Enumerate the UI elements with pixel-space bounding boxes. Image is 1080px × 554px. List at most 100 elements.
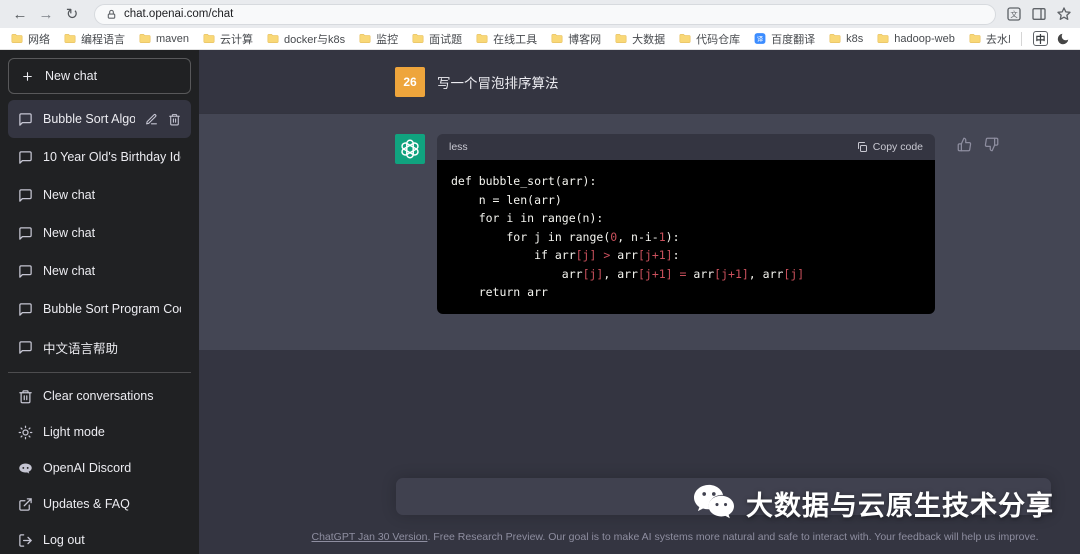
bookmark-item[interactable]: hadoop-web xyxy=(876,32,955,45)
bookmark-item[interactable]: 去水印项目 xyxy=(968,31,1010,47)
folder-icon xyxy=(828,32,842,45)
sidebar-menu-clear-conversations[interactable]: Clear conversations xyxy=(8,378,191,414)
chat-main: 26 写一个冒泡排序算法 less Copy code def bubble_s xyxy=(199,50,1080,554)
folder-icon xyxy=(358,32,372,45)
thumb-up-icon[interactable] xyxy=(957,137,972,152)
sidebar-menu-light-mode[interactable]: Light mode xyxy=(8,414,191,450)
translate-extension-icon[interactable]: 中 xyxy=(1033,31,1048,46)
chat-title: New chat xyxy=(43,188,96,202)
folder-icon xyxy=(138,32,152,45)
sidebar-menu-log-out[interactable]: Log out xyxy=(8,522,191,554)
folder-icon xyxy=(475,32,489,45)
bookmark-item[interactable]: 代码仓库 xyxy=(678,31,740,47)
code-body: def bubble_sort(arr): n = len(arr) for i… xyxy=(437,160,935,314)
sidebar-chat-item[interactable]: New chat xyxy=(8,214,191,252)
folder-icon xyxy=(266,32,280,45)
back-button[interactable]: ← xyxy=(8,2,32,26)
bookmark-item[interactable]: maven xyxy=(138,32,189,45)
sidebar-chat-item[interactable]: 10 Year Old's Birthday Ideas xyxy=(8,138,191,176)
footer: ChatGPT Jan 30 Version. Free Research Pr… xyxy=(299,531,1051,543)
folder-icon xyxy=(10,32,24,45)
bookmark-label: 面试题 xyxy=(429,33,463,46)
moon-icon[interactable] xyxy=(1056,32,1070,46)
version-link[interactable]: ChatGPT Jan 30 Version xyxy=(311,531,427,543)
bookmark-label: 网络 xyxy=(28,33,50,46)
svg-text:译: 译 xyxy=(757,35,764,43)
bookmark-label: k8s xyxy=(846,32,864,45)
sidebar-chat-item[interactable]: New chat xyxy=(8,252,191,290)
openai-logo-icon xyxy=(399,138,421,160)
thumb-down-icon[interactable] xyxy=(984,137,999,152)
folder-icon xyxy=(678,32,692,45)
chat-bubble-icon xyxy=(18,340,33,355)
sidebar-chat-item[interactable]: New chat xyxy=(8,176,191,214)
bookmark-item[interactable]: 监控 xyxy=(358,31,398,47)
sidebar-chat-item[interactable]: Bubble Sort Program Code xyxy=(8,290,191,328)
bookmark-item[interactable]: 面试题 xyxy=(411,31,462,47)
new-chat-label: New chat xyxy=(45,69,98,83)
user-message-text: 写一个冒泡排序算法 xyxy=(437,75,559,91)
chat-title: 10 Year Old's Birthday Ideas xyxy=(43,150,181,164)
sidebar-menu-openai-discord[interactable]: OpenAI Discord xyxy=(8,450,191,486)
translate-page-icon[interactable]: 文 xyxy=(1006,6,1022,22)
code-line: for i in range(n): xyxy=(451,211,604,225)
browser-toolbar: ← → ↻ chat.openai.com/chat 文 xyxy=(0,0,1080,28)
assistant-message-row: less Copy code def bubble_sort(arr): n =… xyxy=(199,113,1080,350)
feedback-buttons xyxy=(957,137,999,152)
screen: ← → ↻ chat.openai.com/chat 文 网络 编程语言 maven… xyxy=(0,0,1080,554)
bookmark-item[interactable]: 译百度翻译 xyxy=(753,31,815,47)
code-line: if arr[j] > arr[j+1]: xyxy=(451,248,680,262)
chat-title: New chat xyxy=(43,264,96,278)
lock-icon xyxy=(106,9,117,20)
bookmark-label: hadoop-web xyxy=(894,32,955,45)
code-line: return arr xyxy=(451,285,548,299)
sidebar-menu: Clear conversations Light mode OpenAI Disc… xyxy=(8,378,191,554)
forward-button[interactable]: → xyxy=(34,2,58,26)
edit-icon[interactable] xyxy=(145,113,158,126)
folder-icon xyxy=(63,32,77,45)
code-line: n = len(arr) xyxy=(451,192,562,207)
bookmark-item[interactable]: 云计算 xyxy=(202,31,253,47)
svg-text:文: 文 xyxy=(1010,10,1018,19)
bookmark-label: 百度翻译 xyxy=(771,33,816,46)
reload-button[interactable]: ↻ xyxy=(60,2,84,26)
logout-icon xyxy=(18,533,33,548)
menu-label: Light mode xyxy=(43,425,105,439)
bookmark-item[interactable]: 博客网 xyxy=(550,31,601,47)
bookmark-star-icon[interactable] xyxy=(1056,6,1072,22)
chat-bubble-icon xyxy=(18,150,33,165)
code-line: arr[j], arr[j+1] = arr[j+1], arr[j] xyxy=(451,266,805,281)
bookmark-label: 编程语言 xyxy=(81,33,125,46)
bookmark-item[interactable]: 编程语言 xyxy=(63,31,125,47)
chat-title: Bubble Sort Program Code xyxy=(43,302,181,316)
folder-icon xyxy=(876,32,890,45)
code-line: for j in range(0, n-i-1): xyxy=(451,229,680,244)
chat-bubble-icon xyxy=(18,112,33,127)
bookmark-label: 博客网 xyxy=(568,33,602,46)
code-header: less Copy code xyxy=(437,134,935,160)
sidebar-chat-item[interactable]: 中文语言帮助 xyxy=(8,328,191,366)
bookmark-item[interactable]: docker与k8s xyxy=(266,31,345,47)
address-bar[interactable]: chat.openai.com/chat xyxy=(94,3,996,25)
bookmark-item[interactable]: 大数据 xyxy=(614,31,665,47)
bookmark-label: 监控 xyxy=(376,33,399,46)
chat-history-list: Bubble Sort Algorith 10 Year Old's Birthd… xyxy=(8,100,191,366)
user-avatar: 26 xyxy=(395,66,425,97)
baidu-translate-icon: 译 xyxy=(753,32,767,45)
bookmark-item[interactable]: 在线工具 xyxy=(475,31,537,47)
new-chat-button[interactable]: New chat xyxy=(8,58,191,94)
chat-bubble-icon xyxy=(18,226,33,241)
bookmark-item[interactable]: 网络 xyxy=(10,31,50,47)
copy-code-button[interactable]: Copy code xyxy=(856,141,923,153)
code-language-label: less xyxy=(449,141,468,153)
side-panel-icon[interactable] xyxy=(1031,6,1047,22)
folder-icon xyxy=(550,32,564,45)
chat-title: Bubble Sort Algorith xyxy=(43,112,135,126)
chat-title: 中文语言帮助 xyxy=(43,341,119,356)
sidebar-chat-item[interactable]: Bubble Sort Algorith xyxy=(8,100,191,138)
bookmark-label: 去水印项目 xyxy=(985,33,1010,46)
sidebar-menu-updates-faq[interactable]: Updates & FAQ xyxy=(8,486,191,522)
bookmark-item[interactable]: k8s xyxy=(828,32,863,45)
chatgpt-app: New chat Bubble Sort Algorith 10 Year Old… xyxy=(0,50,1080,554)
trash-icon[interactable] xyxy=(168,113,181,126)
